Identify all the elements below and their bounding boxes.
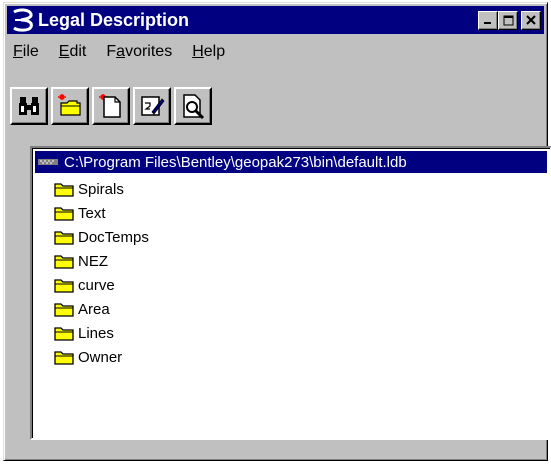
tree-root-item[interactable]: C:\Program Files\Bentley\geopak273\bin\d… — [35, 151, 547, 173]
binoculars-icon — [19, 97, 39, 115]
folder-item-spirals[interactable]: Spirals — [54, 177, 149, 201]
menu-help[interactable]: Help — [189, 43, 228, 61]
folder-icon — [54, 351, 74, 365]
window-title: Legal Description — [38, 9, 190, 30]
legal-description-window: Legal Description File Edit Favorites He… — [3, 2, 551, 461]
new-folder-icon — [58, 94, 81, 116]
folder-label: Owner — [78, 348, 123, 366]
folder-item-nez[interactable]: NEZ — [54, 249, 149, 273]
maximize-icon — [503, 15, 513, 25]
folder-icon — [54, 207, 74, 221]
folder-icon — [54, 183, 74, 197]
window-controls — [478, 10, 541, 30]
folder-icon — [54, 231, 74, 245]
tree-root-path: C:\Program Files\Bentley\geopak273\bin\d… — [64, 153, 407, 171]
preview-icon — [183, 94, 205, 119]
folder-item-area[interactable]: Area — [54, 297, 149, 321]
folder-label: NEZ — [78, 252, 108, 270]
database-icon — [38, 159, 58, 165]
minimize-button[interactable] — [478, 10, 498, 30]
menu-edit[interactable]: Edit — [56, 43, 90, 61]
folder-item-text[interactable]: Text — [54, 201, 149, 225]
title-bar[interactable]: Legal Description — [7, 6, 544, 34]
new-item-button[interactable] — [92, 87, 130, 125]
folder-item-owner[interactable]: Owner — [54, 345, 149, 369]
edit-icon — [141, 96, 165, 116]
geopak-logo-icon — [13, 8, 33, 32]
folder-item-curve[interactable]: curve — [54, 273, 149, 297]
folder-label: curve — [78, 276, 115, 294]
toolbar — [10, 87, 212, 125]
edit-button[interactable] — [133, 87, 171, 125]
folder-icon — [54, 279, 74, 293]
close-icon — [526, 15, 536, 25]
folder-label: Spirals — [78, 180, 124, 198]
maximize-button[interactable] — [498, 10, 518, 30]
find-button[interactable] — [10, 87, 48, 125]
folder-label: DocTemps — [78, 228, 149, 246]
preview-button[interactable] — [174, 87, 212, 125]
menu-file[interactable]: File — [10, 43, 42, 61]
folder-icon — [54, 255, 74, 269]
folder-label: Area — [78, 300, 110, 318]
new-document-icon — [99, 94, 121, 118]
library-tree[interactable]: C:\Program Files\Bentley\geopak273\bin\d… — [30, 146, 551, 440]
folder-item-lines[interactable]: Lines — [54, 321, 149, 345]
folder-icon — [54, 327, 74, 341]
folder-icon — [54, 303, 74, 317]
minimize-icon — [484, 22, 491, 24]
close-button[interactable] — [521, 10, 541, 30]
folder-label: Lines — [78, 324, 114, 342]
folder-list: Spirals Text DocTemps NEZ curve Area Lin… — [54, 177, 149, 369]
menu-bar: File Edit Favorites Help — [10, 39, 228, 65]
folder-item-doctemps[interactable]: DocTemps — [54, 225, 149, 249]
new-folder-button[interactable] — [51, 87, 89, 125]
folder-label: Text — [78, 204, 106, 222]
menu-favorites[interactable]: Favorites — [103, 43, 175, 61]
